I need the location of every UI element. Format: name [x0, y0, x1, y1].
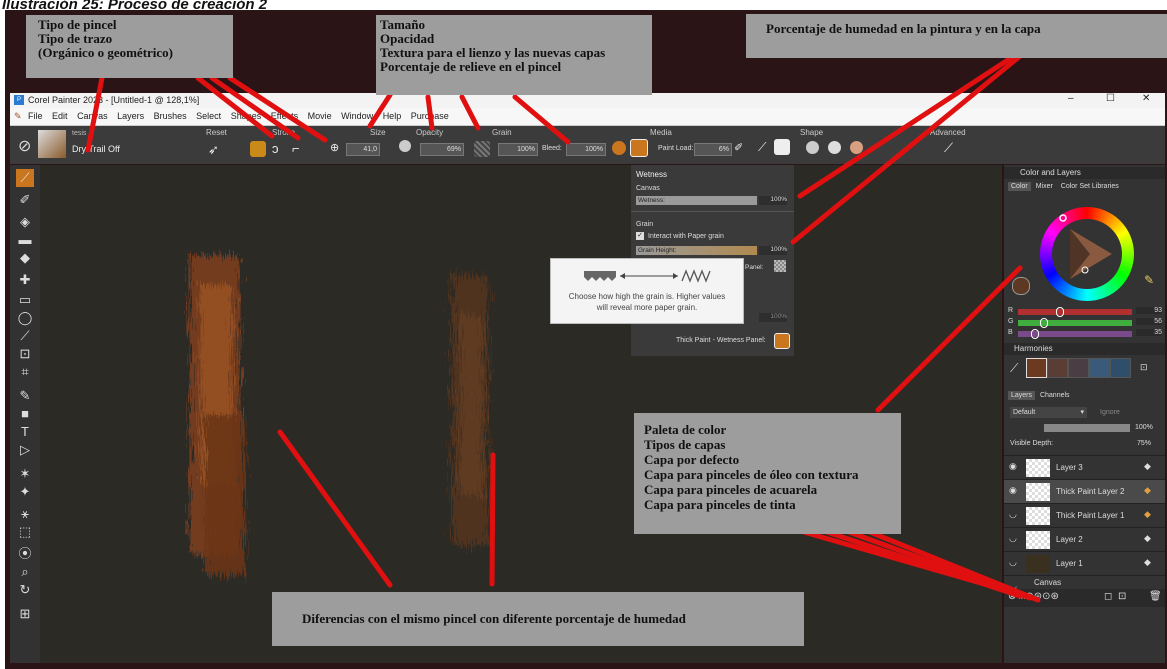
annotation-line: Tipo de pincel [38, 17, 117, 32]
annotation-wetness: Porcentaje de humedad en la pintura y en… [746, 14, 1167, 58]
annotation-line: Tipo de trazo [38, 31, 113, 46]
annotation-line: Capa para pinceles de tinta [644, 497, 796, 512]
annotation-line: Textura para el lienzo y las nuevas capa… [380, 45, 606, 60]
annotation-line: Diferencias con el mismo pincel con dife… [302, 611, 686, 626]
annotation-line: Paleta de color [644, 422, 727, 437]
annotation-line: Capa para pinceles de óleo con textura [644, 467, 859, 482]
annotation-line: (Orgánico o geométrico) [38, 45, 174, 60]
annotation-line: Capa por defecto [644, 452, 740, 467]
annotation-differences: Diferencias con el mismo pincel con dife… [272, 592, 804, 646]
annotation-line: Opacidad [380, 31, 435, 46]
annotation-line: Tamaño [380, 17, 426, 32]
annotation-arrows [85, 49, 1041, 603]
annotation-line: Capa para pinceles de acuarela [644, 482, 818, 497]
annotation-size-group: Tamaño Opacidad Textura para el lienzo y… [376, 15, 652, 95]
annotation-palette: Paleta de color Tipos de capas Capa por … [634, 413, 901, 534]
annotation-line: Porcentaje de relieve en el pincel [380, 59, 562, 74]
annotation-line: Tipos de capas [644, 437, 726, 452]
annotation-brush-type: Tipo de pincel Tipo de trazo (Orgánico o… [26, 15, 233, 78]
annotation-line: Porcentaje de humedad en la pintura y en… [766, 21, 1041, 36]
